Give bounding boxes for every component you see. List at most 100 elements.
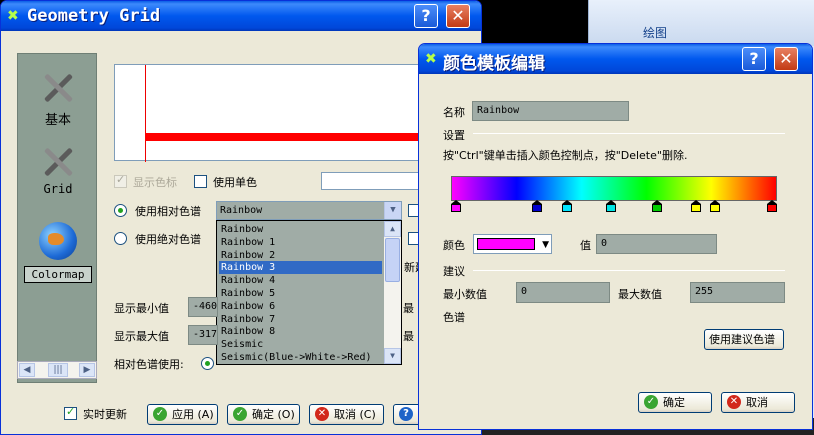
globe-icon: [39, 222, 77, 260]
spectrum-label: 色谱: [443, 311, 465, 324]
colormap-option[interactable]: Seismic: [219, 338, 382, 351]
value-field[interactable]: 0: [596, 234, 717, 254]
app-icon: ✖: [7, 8, 19, 24]
hint-text: 按"Ctrl"键单击插入颜色控制点，按"Delete"删除.: [443, 149, 688, 162]
colormap-option[interactable]: Rainbow 3: [219, 261, 382, 275]
check-icon: ✓: [233, 407, 247, 421]
sidebar-scrollbar[interactable]: ◀ ||| ▶: [17, 361, 97, 379]
ok-button[interactable]: ✓ 确定 (O): [227, 404, 300, 425]
cancel-button[interactable]: ✕ 取消 (C): [309, 404, 384, 425]
ribbon-tabstrip: [588, 0, 814, 46]
suggest-max-label: 最大数值: [618, 288, 662, 301]
color-ok-label: 确定: [663, 396, 685, 409]
title-bar[interactable]: ✖ Geometry Grid ? ✕: [1, 1, 481, 31]
preview-axis: [145, 65, 146, 162]
colormap-option[interactable]: Rainbow: [219, 223, 382, 236]
colormap-option[interactable]: Rainbow 8: [219, 325, 382, 338]
colormap-select-value: Rainbow: [220, 205, 263, 216]
scroll-right-icon[interactable]: ▶: [79, 363, 95, 377]
color-swatch: [477, 238, 535, 250]
sidebar-item-colormap[interactable]: Colormap: [18, 222, 98, 283]
color-gradient-bar[interactable]: [451, 176, 777, 201]
color-picker[interactable]: ▼: [473, 234, 552, 254]
cancel-button-label: 取消 (C): [334, 408, 376, 421]
relative-colormap-label: 使用相对色谱: [135, 205, 201, 218]
chevron-down-icon[interactable]: ▼: [384, 202, 401, 219]
scroll-thumb[interactable]: |||: [48, 363, 68, 377]
absolute-colormap-label: 使用绝对色谱: [135, 233, 201, 246]
scroll-thumb[interactable]: [385, 238, 400, 282]
min-value-field[interactable]: -4603: [188, 297, 218, 317]
scroll-left-icon[interactable]: ◀: [19, 363, 35, 377]
color-control-point[interactable]: [605, 200, 616, 213]
help-button[interactable]: ?: [742, 47, 766, 71]
title-bar[interactable]: ✖ 颜色模板编辑 ? ✕: [419, 44, 812, 74]
suggest-divider: [473, 270, 785, 271]
colormap-select[interactable]: Rainbow ▼: [216, 201, 402, 220]
colormap-option[interactable]: Rainbow 5: [219, 287, 382, 300]
sidebar-item-label: 基本: [44, 113, 71, 128]
suggest-min-label: 最小数值: [443, 288, 487, 301]
value-label: 值: [580, 239, 591, 252]
colormap-option[interactable]: Rainbow 4: [219, 274, 382, 287]
suggest-label: 建议: [443, 265, 465, 278]
color-control-point[interactable]: [531, 200, 542, 213]
show-colorbar-label: 显示色标: [133, 176, 177, 189]
color-ok-button[interactable]: ✓ 确定: [638, 392, 712, 413]
window-title: Geometry Grid: [27, 6, 161, 26]
colorbar-preview: [114, 64, 425, 162]
show-colorbar-checkbox[interactable]: [114, 173, 127, 188]
scroll-up-icon[interactable]: ▲: [384, 221, 401, 237]
colormap-option[interactable]: Rainbow 2: [219, 249, 382, 262]
color-control-point[interactable]: [710, 200, 721, 213]
use-suggested-button[interactable]: 使用建议色谱: [704, 329, 784, 350]
sidebar-item-label: Grid: [43, 182, 73, 196]
sidebar-item-basic[interactable]: 基本: [18, 70, 98, 128]
color-control-point[interactable]: [451, 200, 461, 213]
colormap-option[interactable]: Rainbow 7: [219, 313, 382, 326]
settings-label: 设置: [443, 129, 465, 142]
suggest-max-field[interactable]: 255: [690, 282, 785, 303]
color-control-point[interactable]: [651, 200, 662, 213]
cancel-icon: ✕: [727, 395, 741, 409]
color-control-point[interactable]: [767, 200, 777, 213]
relative-colormap-radio[interactable]: [114, 204, 127, 217]
relative-use-label: 相对色谱使用:: [114, 358, 184, 371]
dropdown-scrollbar[interactable]: ▲ ▼: [384, 221, 401, 364]
colormap-dropdown-list[interactable]: Rainbow Rainbow 1 Rainbow 2 Rainbow 3 Rainbo…: [216, 220, 402, 365]
close-button[interactable]: ✕: [774, 47, 798, 71]
colormap-option[interactable]: Seismic(Blue->White->Red): [219, 351, 382, 364]
max-value-label: 显示最大值: [114, 330, 169, 343]
apply-button[interactable]: ✓ 应用 (A): [147, 404, 218, 425]
tools-icon: [40, 144, 76, 180]
name-field[interactable]: Rainbow: [472, 101, 629, 121]
cancel-icon: ✕: [315, 407, 329, 421]
color-cancel-button[interactable]: ✕ 取消: [721, 392, 795, 413]
color-control-point[interactable]: [561, 200, 572, 213]
help-icon: ?: [399, 407, 413, 421]
settings-divider: [473, 133, 785, 134]
app-icon: ✖: [425, 51, 437, 67]
check-icon: ✓: [153, 407, 167, 421]
sidebar-item-grid[interactable]: Grid: [18, 144, 98, 196]
max-value-field[interactable]: -3179: [188, 325, 218, 345]
colormap-option[interactable]: Rainbow 1: [219, 236, 382, 249]
partial-label-2: 最: [403, 330, 414, 343]
tools-icon: [40, 70, 76, 106]
absolute-colormap-radio[interactable]: [114, 232, 127, 245]
chevron-down-icon[interactable]: ▼: [542, 240, 549, 250]
ribbon-group-label: 绘图: [643, 26, 668, 40]
window-title: 颜色模板编辑: [443, 54, 545, 74]
help-button[interactable]: ?: [414, 4, 438, 28]
relative-use-radio[interactable]: [201, 357, 214, 370]
suggest-min-field[interactable]: 0: [516, 282, 610, 303]
close-button[interactable]: ✕: [446, 4, 470, 28]
category-sidebar: 基本 Grid Colormap: [17, 53, 97, 383]
scroll-down-icon[interactable]: ▼: [384, 348, 401, 364]
colormap-option[interactable]: Rainbow 6: [219, 300, 382, 313]
color-cancel-label: 取消: [746, 396, 768, 409]
color-control-point[interactable]: [691, 200, 702, 213]
realtime-update-checkbox[interactable]: [64, 405, 77, 420]
single-color-checkbox[interactable]: [194, 175, 207, 188]
single-color-swatch[interactable]: [321, 172, 421, 190]
